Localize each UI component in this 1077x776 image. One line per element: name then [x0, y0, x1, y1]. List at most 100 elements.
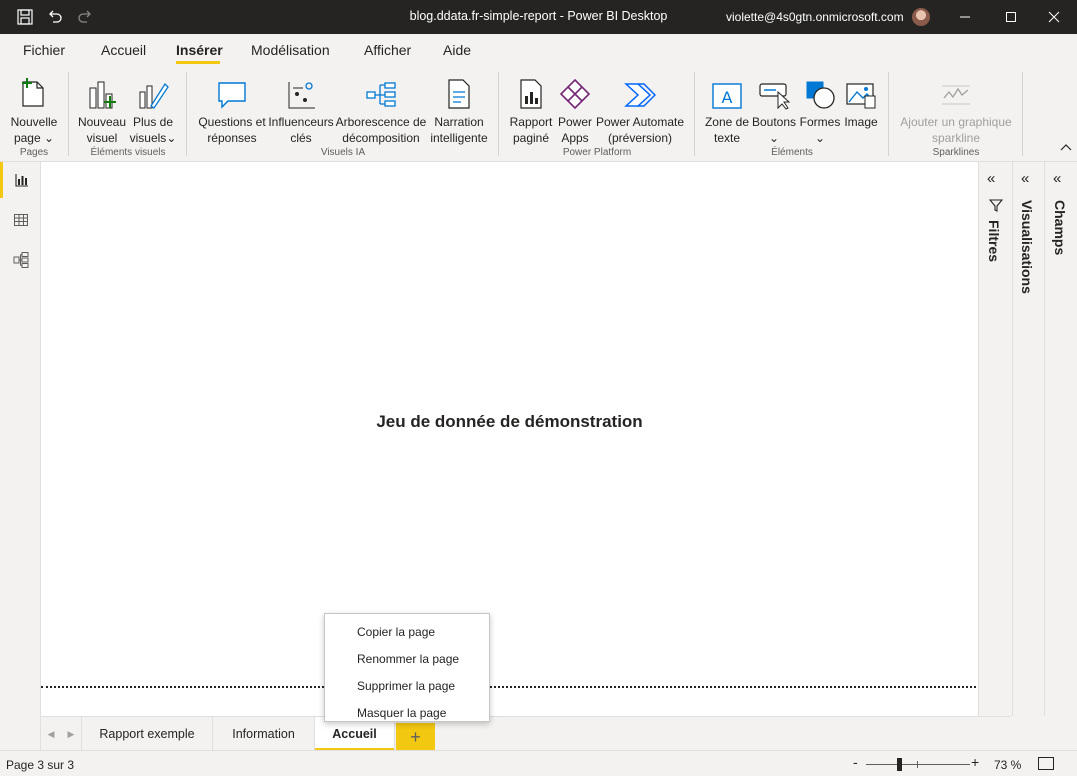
- key-influencers-icon: [267, 74, 335, 110]
- scroll-right-icon[interactable]: ▶: [61, 717, 81, 751]
- menu-modelisation[interactable]: Modélisation: [251, 42, 330, 58]
- scroll-left-icon[interactable]: ◀: [41, 717, 61, 751]
- zoom-in-button[interactable]: +: [971, 754, 979, 770]
- user-account[interactable]: violette@4s0gtn.onmicrosoft.com: [726, 10, 904, 24]
- button-cursor-icon: [751, 74, 797, 110]
- group-separator: [186, 72, 187, 156]
- bar-chart-icon: [75, 74, 129, 110]
- group-separator: [694, 72, 695, 156]
- page-indicator: Page 3 sur 3: [6, 758, 75, 772]
- chevron-down-icon: ⌄: [43, 131, 55, 145]
- filters-label: Filtres: [986, 220, 1002, 263]
- zoom-percent: 73 %: [994, 758, 1022, 772]
- fit-to-page-icon[interactable]: [1038, 757, 1054, 770]
- report-view-icon[interactable]: [0, 162, 41, 198]
- active-menu-indicator: [176, 61, 220, 64]
- expand-pane-icon[interactable]: «: [1053, 170, 1061, 187]
- chevron-down-icon: ⌄: [166, 131, 177, 145]
- menu-fichier[interactable]: Fichier: [23, 42, 65, 58]
- image-icon: [843, 74, 879, 110]
- shapes-button[interactable]: Formes ⌄: [797, 74, 843, 146]
- new-page-button[interactable]: Nouvelle page ⌄: [6, 74, 62, 146]
- smart-narrative-button[interactable]: Narration intelligente: [428, 74, 490, 146]
- group-separator: [888, 72, 889, 156]
- zoom-center-tick: [917, 761, 918, 768]
- decomposition-tree-button[interactable]: Arborescence de décomposition: [334, 74, 428, 146]
- text-box-icon: A: [702, 74, 752, 110]
- page-tabs-bar: ◀ ▶ Rapport exemple Information Accueil …: [41, 716, 1011, 751]
- smart-narrative-icon: [428, 74, 490, 110]
- visualizations-label: Visualisations: [1019, 200, 1035, 294]
- power-apps-button[interactable]: Power Apps: [555, 74, 595, 146]
- image-button[interactable]: Image: [843, 74, 879, 130]
- page-boundary: [41, 686, 976, 688]
- chat-bubble-icon: [196, 74, 268, 110]
- sparkline-icon: [894, 74, 1018, 110]
- paginated-report-button[interactable]: Rapport paginé: [505, 74, 557, 146]
- visualizations-pane[interactable]: « Visualisations: [1012, 162, 1044, 716]
- group-separator: [68, 72, 69, 156]
- group-label-power-platform: Power Platform: [562, 147, 632, 158]
- group-label-ai: Visuels IA: [320, 147, 366, 158]
- power-apps-icon: [555, 74, 595, 110]
- menu-afficher[interactable]: Afficher: [364, 42, 411, 58]
- new-page-icon: [6, 74, 62, 110]
- shapes-icon: [797, 74, 843, 110]
- page-context-menu: Copier la page Renommer la page Supprime…: [324, 613, 490, 722]
- title-bar: blog.ddata.fr-simple-report - Power BI D…: [0, 0, 1077, 34]
- filters-pane[interactable]: « Filtres: [978, 162, 1012, 716]
- avatar[interactable]: [912, 8, 930, 26]
- hide-page-menu-item[interactable]: Masquer la page: [325, 699, 489, 726]
- buttons-button[interactable]: Boutons ⌄: [751, 74, 797, 146]
- expand-pane-icon[interactable]: «: [987, 170, 995, 187]
- menu-accueil[interactable]: Accueil: [101, 42, 146, 58]
- zoom-out-button[interactable]: -: [853, 754, 858, 770]
- paginated-report-icon: [505, 74, 557, 110]
- collapse-ribbon-icon[interactable]: [1060, 142, 1072, 156]
- menu-bar: Fichier Accueil Insérer Modélisation Aff…: [0, 34, 1077, 66]
- new-visual-button[interactable]: Nouveau visuel: [75, 74, 129, 146]
- copy-page-menu-item[interactable]: Copier la page: [325, 618, 489, 645]
- zoom-slider-track[interactable]: [866, 764, 970, 765]
- more-visuals-button[interactable]: Plus de visuels⌄: [129, 74, 177, 146]
- decomposition-tree-icon: [334, 74, 428, 110]
- page-tab[interactable]: Rapport exemple: [81, 717, 213, 751]
- menu-aide[interactable]: Aide: [443, 42, 471, 58]
- group-separator: [1022, 72, 1023, 156]
- group-separator: [498, 72, 499, 156]
- maximize-button[interactable]: [988, 0, 1034, 34]
- rename-page-menu-item[interactable]: Renommer la page: [325, 645, 489, 672]
- model-view-icon[interactable]: [0, 242, 41, 278]
- status-bar: Page 3 sur 3 - + 73 %: [0, 750, 1077, 776]
- menu-inserer[interactable]: Insérer: [176, 42, 223, 58]
- chevron-down-icon: ⌄: [768, 131, 780, 145]
- group-label-sparklines: Sparklines: [932, 147, 980, 158]
- ribbon: Nouvelle page ⌄ Pages Nouveau visuel Plu…: [0, 66, 1077, 162]
- data-view-icon[interactable]: [0, 202, 41, 238]
- canvas-title-textbox[interactable]: Jeu de donnée de démonstration: [41, 412, 978, 432]
- text-box-button[interactable]: A Zone de texte: [702, 74, 752, 146]
- minimize-button[interactable]: [942, 0, 988, 34]
- qa-button[interactable]: Questions et réponses: [196, 74, 268, 146]
- add-page-button[interactable]: +: [396, 723, 435, 751]
- chevron-down-icon: ⌄: [814, 131, 826, 145]
- close-button[interactable]: [1031, 0, 1077, 34]
- group-label-elements: Éléments: [771, 147, 813, 158]
- group-label-pages: Pages: [19, 147, 49, 158]
- group-label-visuals: Éléments visuels: [90, 147, 166, 158]
- more-visuals-icon: [129, 74, 177, 110]
- delete-page-menu-item[interactable]: Supprimer la page: [325, 672, 489, 699]
- zoom-slider-thumb[interactable]: [897, 758, 902, 771]
- page-tab[interactable]: Information: [213, 717, 315, 751]
- power-automate-button[interactable]: Power Automate (préversion): [594, 74, 686, 146]
- key-influencers-button[interactable]: Influenceurs clés: [267, 74, 335, 146]
- sparkline-button[interactable]: Ajouter un graphique sparkline: [894, 74, 1018, 146]
- filter-icon: [988, 198, 1004, 215]
- view-switcher: [0, 162, 41, 750]
- fields-pane[interactable]: « Champs: [1044, 162, 1077, 716]
- fields-label: Champs: [1052, 200, 1068, 256]
- power-automate-icon: [594, 74, 686, 110]
- report-canvas[interactable]: Jeu de donnée de démonstration: [41, 162, 978, 716]
- svg-text:A: A: [722, 88, 733, 107]
- expand-pane-icon[interactable]: «: [1021, 170, 1029, 187]
